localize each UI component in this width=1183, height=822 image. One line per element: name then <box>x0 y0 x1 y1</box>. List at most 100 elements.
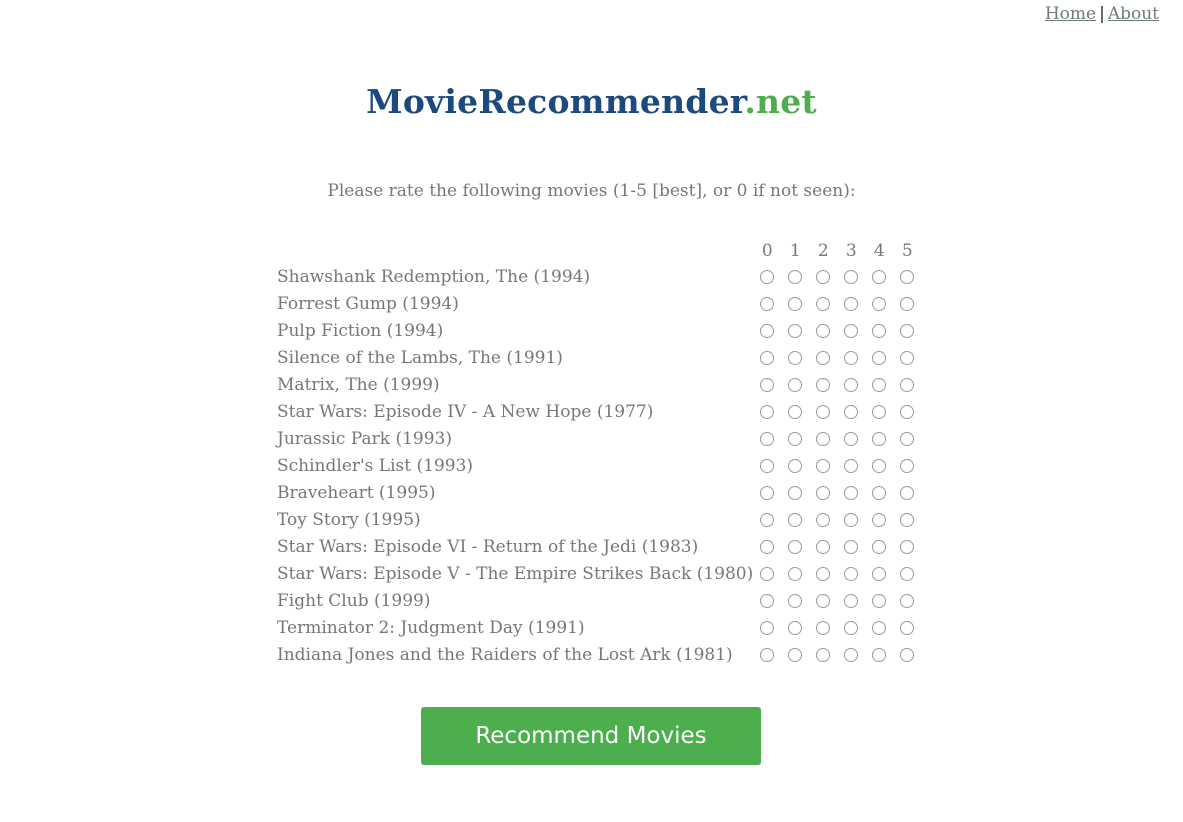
rating-radio-1[interactable] <box>788 486 803 500</box>
rating-radio-3[interactable] <box>844 567 859 581</box>
rating-cell <box>837 263 865 290</box>
rating-radio-2[interactable] <box>816 621 831 635</box>
rating-radio-5[interactable] <box>900 378 915 392</box>
rating-radio-1[interactable] <box>788 513 803 527</box>
rating-radio-2[interactable] <box>816 378 831 392</box>
rating-radio-5[interactable] <box>900 270 915 284</box>
rating-radio-3[interactable] <box>844 621 859 635</box>
rating-radio-0[interactable] <box>760 378 775 392</box>
rating-radio-4[interactable] <box>872 405 887 419</box>
rating-radio-3[interactable] <box>844 540 859 554</box>
rating-radio-4[interactable] <box>872 486 887 500</box>
rating-radio-0[interactable] <box>760 405 775 419</box>
rating-radio-5[interactable] <box>900 513 915 527</box>
rating-radio-1[interactable] <box>788 297 803 311</box>
rating-radio-4[interactable] <box>872 297 887 311</box>
rating-radio-5[interactable] <box>900 621 915 635</box>
rating-radio-0[interactable] <box>760 459 775 473</box>
rating-radio-5[interactable] <box>900 540 915 554</box>
rating-radio-0[interactable] <box>760 432 775 446</box>
rating-radio-2[interactable] <box>816 648 831 662</box>
rating-radio-2[interactable] <box>816 297 831 311</box>
rating-radio-5[interactable] <box>900 324 915 338</box>
rating-radio-5[interactable] <box>900 405 915 419</box>
movie-row: Pulp Fiction (1994) <box>276 317 921 344</box>
rating-radio-0[interactable] <box>760 621 775 635</box>
rating-radio-2[interactable] <box>816 567 831 581</box>
rating-radio-3[interactable] <box>844 378 859 392</box>
rating-radio-4[interactable] <box>872 351 887 365</box>
rating-radio-3[interactable] <box>844 486 859 500</box>
rating-radio-5[interactable] <box>900 297 915 311</box>
rating-radio-2[interactable] <box>816 324 831 338</box>
rating-radio-4[interactable] <box>872 513 887 527</box>
rating-radio-0[interactable] <box>760 594 775 608</box>
rating-cell <box>809 398 837 425</box>
rating-radio-3[interactable] <box>844 459 859 473</box>
rating-radio-1[interactable] <box>788 432 803 446</box>
rating-radio-3[interactable] <box>844 270 859 284</box>
rating-radio-5[interactable] <box>900 351 915 365</box>
rating-radio-3[interactable] <box>844 594 859 608</box>
rating-radio-0[interactable] <box>760 486 775 500</box>
rating-radio-5[interactable] <box>900 594 915 608</box>
rating-radio-1[interactable] <box>788 621 803 635</box>
rating-radio-1[interactable] <box>788 405 803 419</box>
rating-radio-3[interactable] <box>844 297 859 311</box>
rating-radio-0[interactable] <box>760 297 775 311</box>
rating-radio-0[interactable] <box>760 648 775 662</box>
rating-cell <box>809 641 837 668</box>
rating-radio-3[interactable] <box>844 405 859 419</box>
rating-radio-3[interactable] <box>844 324 859 338</box>
rating-radio-1[interactable] <box>788 567 803 581</box>
rating-radio-4[interactable] <box>872 378 887 392</box>
rating-radio-1[interactable] <box>788 540 803 554</box>
rating-radio-1[interactable] <box>788 270 803 284</box>
rating-radio-5[interactable] <box>900 459 915 473</box>
rating-radio-1[interactable] <box>788 459 803 473</box>
rating-radio-1[interactable] <box>788 378 803 392</box>
rating-radio-4[interactable] <box>872 324 887 338</box>
rating-radio-4[interactable] <box>872 432 887 446</box>
rating-radio-0[interactable] <box>760 567 775 581</box>
rating-radio-5[interactable] <box>900 567 915 581</box>
rating-radio-4[interactable] <box>872 270 887 284</box>
rating-table: 0 1 2 3 4 5 Shawshank Redemption, The (1… <box>276 238 921 668</box>
rating-radio-0[interactable] <box>760 513 775 527</box>
rating-radio-4[interactable] <box>872 459 887 473</box>
rating-radio-1[interactable] <box>788 351 803 365</box>
rating-radio-0[interactable] <box>760 324 775 338</box>
rating-radio-0[interactable] <box>760 270 775 284</box>
rating-cell <box>753 263 781 290</box>
rating-radio-3[interactable] <box>844 432 859 446</box>
rating-radio-3[interactable] <box>844 513 859 527</box>
rating-radio-4[interactable] <box>872 621 887 635</box>
rating-radio-1[interactable] <box>788 648 803 662</box>
rating-radio-4[interactable] <box>872 648 887 662</box>
about-link[interactable]: About <box>1108 4 1159 24</box>
movie-row: Terminator 2: Judgment Day (1991) <box>276 614 921 641</box>
rating-radio-5[interactable] <box>900 486 915 500</box>
rating-radio-2[interactable] <box>816 405 831 419</box>
rating-radio-2[interactable] <box>816 540 831 554</box>
rating-radio-0[interactable] <box>760 351 775 365</box>
rating-radio-2[interactable] <box>816 459 831 473</box>
rating-radio-2[interactable] <box>816 351 831 365</box>
rating-radio-3[interactable] <box>844 648 859 662</box>
rating-radio-2[interactable] <box>816 432 831 446</box>
home-link[interactable]: Home <box>1045 4 1096 24</box>
rating-radio-1[interactable] <box>788 594 803 608</box>
rating-radio-3[interactable] <box>844 351 859 365</box>
rating-radio-2[interactable] <box>816 270 831 284</box>
rating-radio-5[interactable] <box>900 648 915 662</box>
rating-radio-0[interactable] <box>760 540 775 554</box>
rating-radio-5[interactable] <box>900 432 915 446</box>
rating-radio-4[interactable] <box>872 567 887 581</box>
recommend-movies-button[interactable]: Recommend Movies <box>421 707 761 765</box>
rating-radio-2[interactable] <box>816 594 831 608</box>
rating-radio-1[interactable] <box>788 324 803 338</box>
rating-radio-4[interactable] <box>872 594 887 608</box>
rating-radio-2[interactable] <box>816 513 831 527</box>
rating-radio-4[interactable] <box>872 540 887 554</box>
rating-radio-2[interactable] <box>816 486 831 500</box>
